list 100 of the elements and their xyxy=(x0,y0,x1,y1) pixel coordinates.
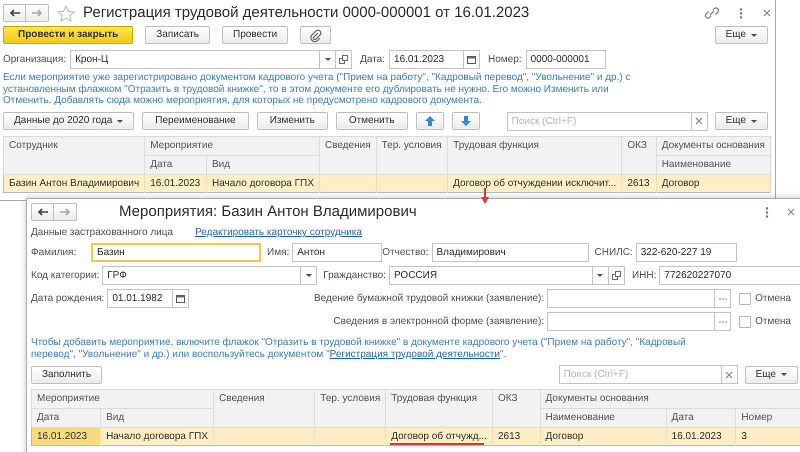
attach-button[interactable] xyxy=(300,26,332,44)
caret-icon xyxy=(324,58,331,61)
column-header: Документы основания xyxy=(656,136,770,155)
paperclip-icon xyxy=(309,28,322,42)
column-header: Наименование xyxy=(656,155,770,174)
more-button[interactable]: Еще xyxy=(744,366,798,384)
hint-text: Если мероприятие уже зарегистрировано документом кадрового учета ("Прием на работу", "Кадровый перевод", "Увольнение" и др.) с установленным флажком "Отразить в трудовой книжке", то в этом документе его дублировать не нужно. Его можно Изменить или Отменить. Добавлять сюда можно мероприятия, для которых не предусмотрено кадрового документа. xyxy=(3,72,632,106)
toolbar-button[interactable]: Записать xyxy=(145,26,210,44)
table-cell: Базин Антон Владимирович xyxy=(4,174,145,192)
column-header: Вид xyxy=(100,408,214,428)
number-label: Номер: xyxy=(488,53,522,67)
inn-label: ИНН: xyxy=(632,269,656,283)
statement-field[interactable] xyxy=(547,312,716,331)
surname-field[interactable]: Базин xyxy=(91,243,261,262)
table-cell: 16.01.2023 xyxy=(144,174,206,192)
clear-icon xyxy=(695,117,704,125)
post-and-close-button[interactable]: Провести и закрыть xyxy=(3,26,134,44)
open-icon xyxy=(612,271,621,280)
statement-field[interactable] xyxy=(547,289,716,308)
first-name-label: Имя: xyxy=(267,246,290,260)
table-cell: Начало договора ГПХ xyxy=(206,174,320,192)
statement-label: Ведение бумажной трудовой книжки (заявление): xyxy=(314,292,544,306)
back-button[interactable] xyxy=(31,203,54,221)
menu-button[interactable]: Данные до 2020 года xyxy=(3,112,134,130)
table-cell: 16.01.2023 xyxy=(666,428,736,446)
column-header: Тер. условия xyxy=(376,136,448,174)
close-icon xyxy=(787,208,795,216)
arrow-right-icon xyxy=(59,207,71,217)
cancel-checkbox[interactable] xyxy=(739,292,752,304)
cancel-label: Отмена xyxy=(755,292,791,306)
dropdown-button[interactable] xyxy=(320,50,336,69)
column-header: Тер. условия xyxy=(314,390,386,428)
fill-button[interactable]: Заполнить xyxy=(31,366,102,384)
table-row[interactable]: Базин Антон Владимирович 16.01.2023 Начало договора ГПХ Договор об отчуждении исключит... 2613 Договор xyxy=(4,174,770,192)
inn-field[interactable]: 772620227070 xyxy=(659,266,800,285)
open-button[interactable] xyxy=(336,50,352,69)
window-title: Регистрация трудовой деятельности 0000-000001 от 16.01.2023 xyxy=(83,2,530,23)
calendar-button[interactable] xyxy=(464,50,480,69)
toolbar-button[interactable]: Провести xyxy=(222,26,288,44)
document-link[interactable]: Регистрация трудовой деятельности xyxy=(330,348,500,360)
date-label: Дата: xyxy=(360,53,386,67)
number-field[interactable]: 0000-000001 xyxy=(526,50,606,69)
calendar-icon xyxy=(176,294,186,303)
cancel-checkbox[interactable] xyxy=(739,316,752,328)
caret-icon xyxy=(117,120,124,122)
back-button[interactable] xyxy=(3,4,26,22)
window-title: Мероприятия: Базин Антон Владимирович xyxy=(119,202,417,222)
column-header: Дата xyxy=(144,155,206,174)
table-row[interactable]: 16.01.2023 Начало договора ГПХ Договор об отчужд... 2613 Договор 16.01.2023 3 xyxy=(32,428,800,446)
arrow-down-icon xyxy=(460,116,471,126)
column-header: Вид xyxy=(206,155,320,174)
table-cell: Договор об отчужд... xyxy=(386,428,492,446)
category-field[interactable]: ГРФ xyxy=(102,266,302,285)
search-field[interactable]: Поиск (Ctrl+F) xyxy=(558,365,722,384)
column-header: Номер xyxy=(736,408,800,428)
section-label: Данные застрахованного лица xyxy=(31,226,174,240)
column-header: Трудовая функция xyxy=(448,136,622,174)
toolbar-button[interactable]: Изменить xyxy=(256,112,328,130)
clear-button[interactable] xyxy=(692,112,708,130)
search-field[interactable]: Поиск (Ctrl+F) xyxy=(506,112,692,130)
citizenship-field[interactable]: РОССИЯ xyxy=(388,266,593,285)
arrow-right-icon xyxy=(31,8,43,18)
dropdown-button[interactable] xyxy=(592,266,609,285)
organization-field[interactable]: Крон-Ц xyxy=(70,50,320,69)
arrow-left-icon xyxy=(36,207,48,217)
surname-label: Фамилия: xyxy=(31,246,78,260)
column-header: Дата xyxy=(32,408,101,428)
toolbar-button[interactable]: Отменить xyxy=(336,112,408,130)
arrow-left-icon xyxy=(8,8,20,18)
column-header: Сотрудник xyxy=(4,136,145,174)
first-name-field[interactable]: Антон xyxy=(292,243,382,262)
snils-field[interactable]: 322-620-227 19 xyxy=(636,243,737,262)
calendar-button[interactable] xyxy=(173,289,190,308)
caret-icon xyxy=(751,34,757,36)
more-button[interactable]: Еще xyxy=(714,26,768,44)
date-field[interactable]: 16.01.2023 xyxy=(389,50,464,69)
open-button[interactable] xyxy=(608,266,625,285)
statement-label: Сведения в электронной форме (заявление): xyxy=(333,315,544,329)
birth-date-label: Дата рождения: xyxy=(31,292,104,306)
more-button[interactable]: Еще xyxy=(714,112,768,130)
clear-button[interactable] xyxy=(722,365,738,384)
table-cell: 2613 xyxy=(622,174,656,192)
caret-icon xyxy=(306,274,312,277)
column-header: Документы основания xyxy=(540,390,800,408)
column-header: Дата xyxy=(666,408,736,428)
star-icon[interactable] xyxy=(57,4,75,22)
toolbar-button[interactable]: Переименование xyxy=(142,112,249,130)
birth-date-field[interactable]: 01.01.1982 xyxy=(107,289,174,308)
patronymic-field[interactable]: Владимирович xyxy=(432,243,589,262)
link-icon xyxy=(705,6,719,20)
hint-text: Чтобы добавить мероприятие, включите флажок "Отразить в трудовой книжке" в документе кадрового учета ("Прием на работу", "Кадровый перевод", "Увольнение" и др.) или воспользуйтесь документом "Регистрация трудовой деятельности". xyxy=(31,337,687,360)
edit-card-link[interactable]: Редактировать карточку сотрудника xyxy=(195,225,362,240)
cancel-label: Отмена xyxy=(755,315,791,329)
table-cell: Договор xyxy=(540,428,666,446)
column-header: Наименование xyxy=(540,408,666,428)
move-up-button[interactable] xyxy=(416,112,444,130)
move-down-button[interactable] xyxy=(452,112,480,130)
column-header: Мероприятие xyxy=(144,136,320,155)
column-header: Сведения xyxy=(319,136,376,174)
dropdown-button[interactable] xyxy=(301,266,318,285)
